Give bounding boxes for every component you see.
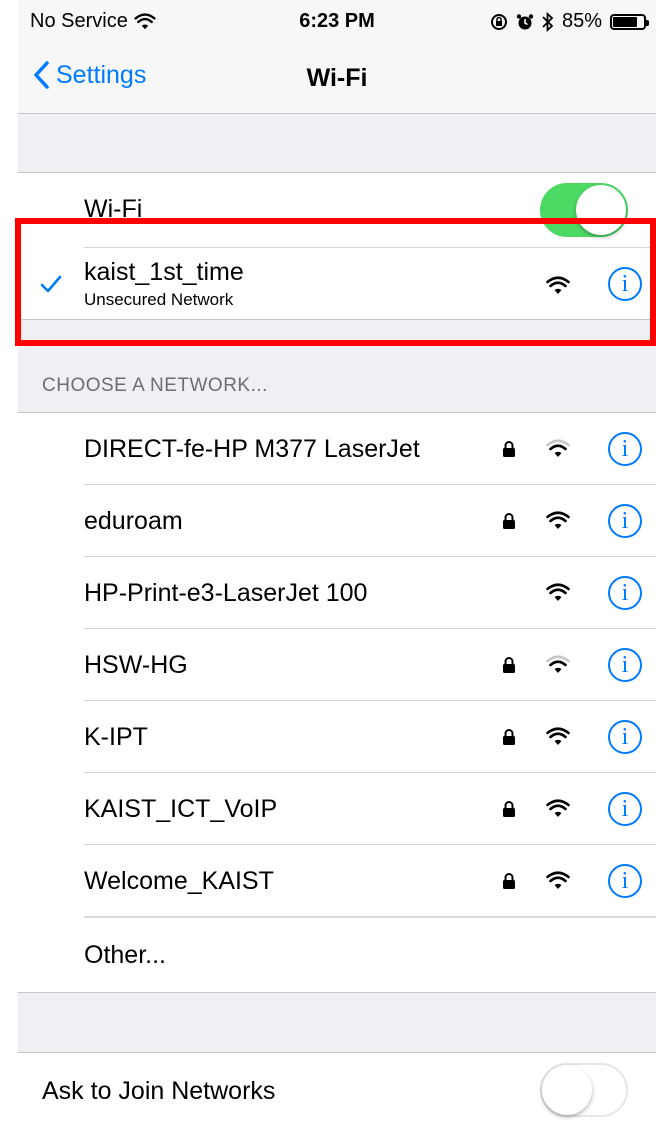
battery-percent: 85% <box>561 10 602 32</box>
wifi-toggle-row: Wi-Fi <box>18 173 656 248</box>
wifi-signal-icon <box>546 511 570 529</box>
ask-to-join-row: Ask to Join Networks <box>18 1053 656 1126</box>
info-icon[interactable]: i <box>608 504 642 538</box>
alarm-icon <box>516 13 534 29</box>
wifi-signal-icon <box>546 276 570 294</box>
wifi-signal-icon <box>546 727 570 745</box>
ask-to-join-section: Ask to Join Networks <box>18 1052 656 1126</box>
network-row[interactable]: Welcome_KAIST i <box>18 845 656 917</box>
network-name: HP-Print-e3-LaserJet 100 <box>84 579 368 607</box>
networks-section: DIRECT-fe-HP M377 LaserJet i eduroam i HP-Pr… <box>18 412 656 993</box>
info-icon[interactable]: i <box>608 576 642 610</box>
lock-icon <box>503 801 515 817</box>
other-network-row[interactable]: Other... <box>18 917 656 993</box>
wifi-signal-icon <box>546 439 570 457</box>
network-row[interactable]: eduroam i <box>18 485 656 557</box>
info-icon[interactable]: i <box>608 792 642 826</box>
network-name: K-IPT <box>84 723 148 751</box>
network-name: DIRECT-fe-HP M377 LaserJet <box>84 435 420 463</box>
wifi-label: Wi-Fi <box>84 195 143 223</box>
page-title: Wi-Fi <box>306 64 368 92</box>
current-network-row[interactable]: kaist_1st_time Unsecured Network i <box>18 248 656 320</box>
network-row[interactable]: HP-Print-e3-LaserJet 100 i <box>18 557 656 629</box>
current-network-name: kaist_1st_time <box>84 258 244 286</box>
phone-screen: No Service 6:23 PM 85% Settings Wi-Fi Wi… <box>18 0 656 1126</box>
network-row[interactable]: K-IPT i <box>18 701 656 773</box>
choose-network-header: CHOOSE A NETWORK... <box>42 375 268 396</box>
wifi-toggle[interactable] <box>540 183 628 237</box>
checkmark-icon <box>40 275 62 293</box>
bluetooth-icon <box>542 11 554 32</box>
lock-icon <box>503 441 515 457</box>
rotation-lock-icon <box>490 13 507 30</box>
network-name: HSW-HG <box>84 651 188 679</box>
network-name: KAIST_ICT_VoIP <box>84 795 278 823</box>
lock-icon <box>503 513 515 529</box>
network-name: eduroam <box>84 507 183 535</box>
info-icon[interactable]: i <box>608 432 642 466</box>
info-icon[interactable]: i <box>608 648 642 682</box>
lock-icon <box>503 657 515 673</box>
ask-to-join-label: Ask to Join Networks <box>42 1077 276 1105</box>
info-icon[interactable]: i <box>608 267 642 301</box>
wifi-signal-icon <box>546 583 570 601</box>
info-icon[interactable]: i <box>608 720 642 754</box>
status-bar: No Service 6:23 PM 85% <box>18 0 656 42</box>
status-right: 85% <box>490 10 649 33</box>
lock-icon <box>503 729 515 745</box>
network-row[interactable]: HSW-HG i <box>18 629 656 701</box>
battery-icon <box>610 13 649 30</box>
toggle-knob <box>542 1065 592 1115</box>
wifi-signal-icon <box>546 655 570 673</box>
other-network-label: Other... <box>84 941 166 969</box>
network-name: Welcome_KAIST <box>84 867 274 895</box>
network-row[interactable]: DIRECT-fe-HP M377 LaserJet i <box>18 413 656 485</box>
lock-icon <box>503 873 515 889</box>
wifi-section: Wi-Fi kaist_1st_time Unsecured Network i <box>18 172 656 320</box>
current-network-subtitle: Unsecured Network <box>84 290 234 309</box>
info-icon[interactable]: i <box>608 864 642 898</box>
wifi-signal-icon <box>546 799 570 817</box>
toggle-knob <box>576 185 626 235</box>
wifi-signal-icon <box>546 871 570 889</box>
navigation-bar: Settings Wi-Fi <box>18 42 656 114</box>
network-row[interactable]: KAIST_ICT_VoIP i <box>18 773 656 845</box>
ask-to-join-toggle[interactable] <box>540 1063 628 1117</box>
